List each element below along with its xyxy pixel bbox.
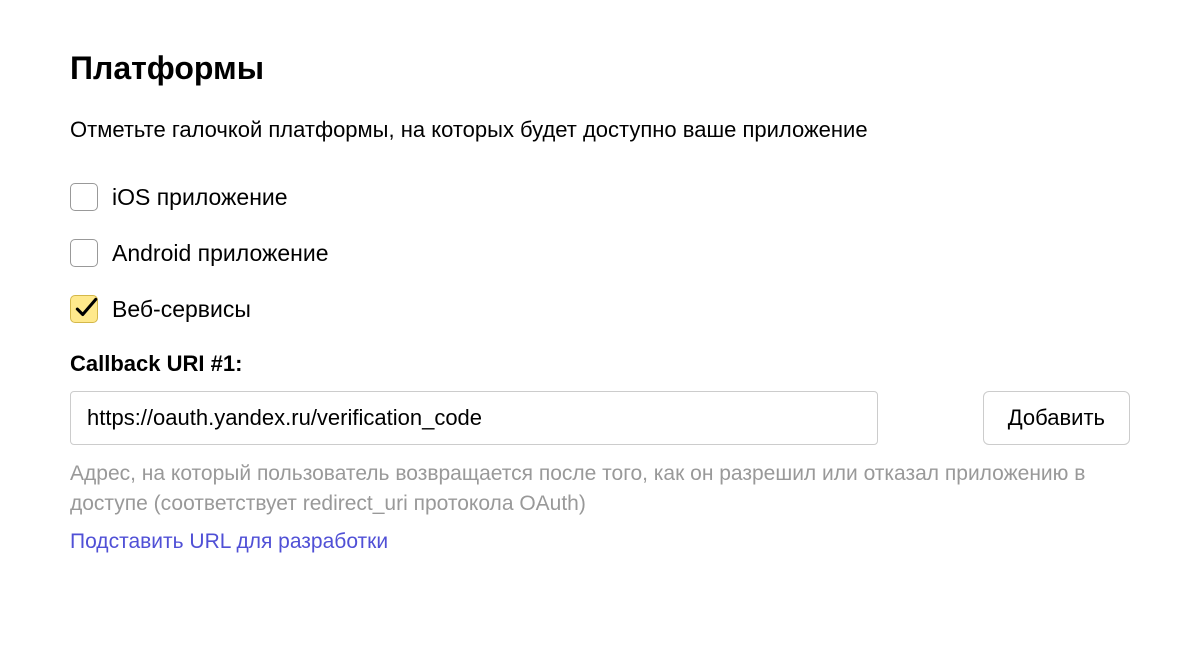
section-description: Отметьте галочкой платформы, на которых … <box>70 117 1130 143</box>
callback-uri-label: Callback URI #1: <box>70 351 1130 377</box>
callback-uri-row: Добавить <box>70 391 1130 445</box>
add-button[interactable]: Добавить <box>983 391 1130 445</box>
callback-uri-input[interactable] <box>70 391 878 445</box>
checkbox-label-ios: iOS приложение <box>112 184 288 211</box>
checkbox-row-ios: iOS приложение <box>70 183 1130 211</box>
section-title: Платформы <box>70 50 1130 87</box>
checkbox-row-android: Android приложение <box>70 239 1130 267</box>
checkbox-label-web: Веб-сервисы <box>112 296 251 323</box>
checkbox-row-web: Веб-сервисы <box>70 295 1130 323</box>
dev-url-link[interactable]: Подставить URL для разработки <box>70 530 388 553</box>
callback-help-text: Адрес, на который пользователь возвращае… <box>70 459 1130 520</box>
checkbox-android[interactable] <box>70 239 98 267</box>
checkbox-ios[interactable] <box>70 183 98 211</box>
check-icon <box>73 293 99 323</box>
checkbox-label-android: Android приложение <box>112 240 329 267</box>
checkbox-web[interactable] <box>70 295 98 323</box>
